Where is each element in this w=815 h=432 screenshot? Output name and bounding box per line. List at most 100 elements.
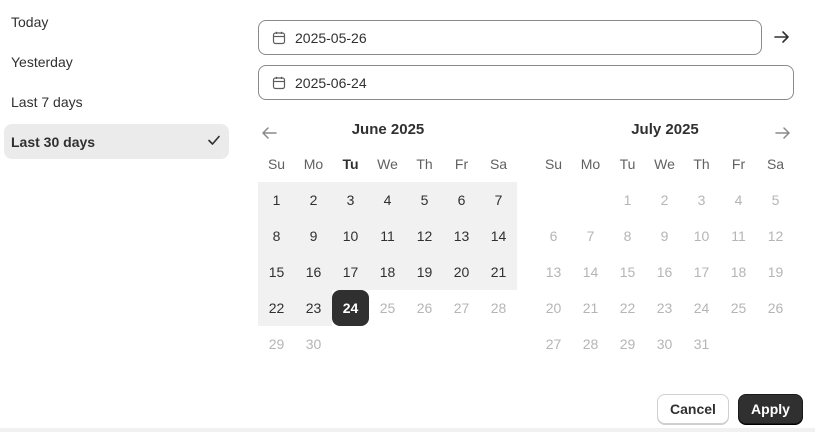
calendar-day: 27 (453, 300, 470, 316)
calendar-day: 30 (305, 336, 322, 352)
weekday-header: Sa (489, 156, 508, 172)
calendar-day: 19 (767, 264, 784, 280)
weekday-header: Fr (731, 156, 746, 172)
calendar-icon (271, 75, 287, 91)
calendar-day: 22 (619, 300, 636, 316)
calendar-day: 23 (656, 300, 673, 316)
weekday-header: Tu (342, 156, 359, 172)
calendar-day[interactable]: 23 (295, 290, 332, 326)
calendar-day[interactable]: 1 (258, 182, 295, 218)
calendar-day: 18 (730, 264, 747, 280)
arrow-right-icon (772, 27, 792, 47)
calendar-day: 26 (416, 300, 433, 316)
calendar-day[interactable]: 2 (295, 182, 332, 218)
calendar-day[interactable]: 13 (443, 218, 480, 254)
calendar-day: 25 (379, 300, 396, 316)
calendar-day: 24 (693, 300, 710, 316)
weekday-header: Th (416, 156, 433, 172)
calendar-day: 16 (656, 264, 673, 280)
preset-yesterday[interactable]: Yesterday (4, 44, 229, 79)
calendar-day: 4 (734, 192, 743, 208)
date-range-picker: Today Yesterday Last 7 days Last 30 days… (0, 0, 815, 431)
calendar-day: 20 (545, 300, 562, 316)
calendar-day: 28 (582, 336, 599, 352)
calendar-day: 9 (660, 228, 669, 244)
calendar-day: 29 (619, 336, 636, 352)
calendar-day[interactable]: 10 (332, 218, 369, 254)
calendar-day[interactable]: 7 (480, 182, 517, 218)
calendar-day: 14 (582, 264, 599, 280)
preset-last-30-days[interactable]: Last 30 days (4, 124, 229, 159)
calendar-day: 3 (697, 192, 706, 208)
preset-label: Today (11, 13, 49, 30)
calendar-day: 12 (767, 228, 784, 244)
weekday-header: Su (544, 156, 563, 172)
preset-label: Last 30 days (11, 133, 96, 150)
calendar-day[interactable]: 12 (406, 218, 443, 254)
calendar-icon (271, 30, 287, 46)
weekday-header: Tu (619, 156, 636, 172)
preset-label: Last 7 days (11, 93, 83, 110)
calendar-day[interactable]: 19 (406, 254, 443, 290)
weekday-header: Th (693, 156, 710, 172)
preset-label: Yesterday (11, 53, 73, 70)
calendar-day[interactable]: 3 (332, 182, 369, 218)
end-date-value: 2025-06-24 (295, 74, 367, 91)
calendar-day[interactable]: 17 (332, 254, 369, 290)
background-strip (0, 428, 815, 432)
calendar-day: 2 (660, 192, 669, 208)
calendar-day: 27 (545, 336, 562, 352)
calendar-day[interactable]: 20 (443, 254, 480, 290)
calendar-day[interactable]: 4 (369, 182, 406, 218)
calendar-day[interactable]: 24 (332, 290, 369, 326)
calendar-day[interactable]: 9 (295, 218, 332, 254)
calendar-day[interactable]: 11 (369, 218, 406, 254)
calendar-day: 30 (656, 336, 673, 352)
calendar-day[interactable]: 22 (258, 290, 295, 326)
month-title-july: July 2025 (631, 121, 699, 138)
calendar-day[interactable]: 21 (480, 254, 517, 290)
calendar-day[interactable]: 15 (258, 254, 295, 290)
calendar-day: 29 (268, 336, 285, 352)
arrow-right-icon (775, 127, 790, 139)
calendar-day[interactable]: 8 (258, 218, 295, 254)
checkmark-icon (207, 133, 221, 151)
weekday-header: Mo (580, 156, 601, 172)
calendar-day: 28 (490, 300, 507, 316)
calendar-day: 10 (693, 228, 710, 244)
weekday-header: Sa (766, 156, 785, 172)
cancel-button[interactable]: Cancel (657, 394, 729, 424)
calendar-day: 13 (545, 264, 562, 280)
next-month-button[interactable] (773, 123, 793, 143)
weekday-header: Fr (454, 156, 469, 172)
calendar-day: 15 (619, 264, 636, 280)
start-date-value: 2025-05-26 (295, 29, 367, 46)
preset-today[interactable]: Today (4, 4, 229, 39)
calendar-day: 31 (693, 336, 710, 352)
start-date-field[interactable]: 2025-05-26 (258, 20, 762, 55)
calendar-day: 8 (623, 228, 632, 244)
calendar-day[interactable]: 16 (295, 254, 332, 290)
preset-list: Today Yesterday Last 7 days Last 30 days (4, 4, 229, 164)
calendar-day: 26 (767, 300, 784, 316)
calendar-day: 11 (731, 228, 746, 244)
calendar-day: 25 (730, 300, 747, 316)
weekday-header: Mo (303, 156, 324, 172)
calendar-day: 7 (586, 228, 595, 244)
arrow-left-icon (262, 127, 277, 139)
month-title-june: June 2025 (351, 121, 425, 138)
weekday-header: We (654, 156, 675, 172)
end-date-field[interactable]: 2025-06-24 (258, 65, 794, 100)
calendar-day[interactable]: 18 (369, 254, 406, 290)
calendar-day: 5 (771, 192, 780, 208)
weekday-header: We (377, 156, 398, 172)
apply-button[interactable]: Apply (738, 394, 803, 424)
calendar-day[interactable]: 14 (480, 218, 517, 254)
calendar-day: 21 (582, 300, 599, 316)
weekday-header: Su (267, 156, 286, 172)
calendar-day: 17 (693, 264, 710, 280)
calendar-day[interactable]: 5 (406, 182, 443, 218)
calendar-day[interactable]: 6 (443, 182, 480, 218)
previous-month-button[interactable] (259, 123, 279, 143)
preset-last-7-days[interactable]: Last 7 days (4, 84, 229, 119)
